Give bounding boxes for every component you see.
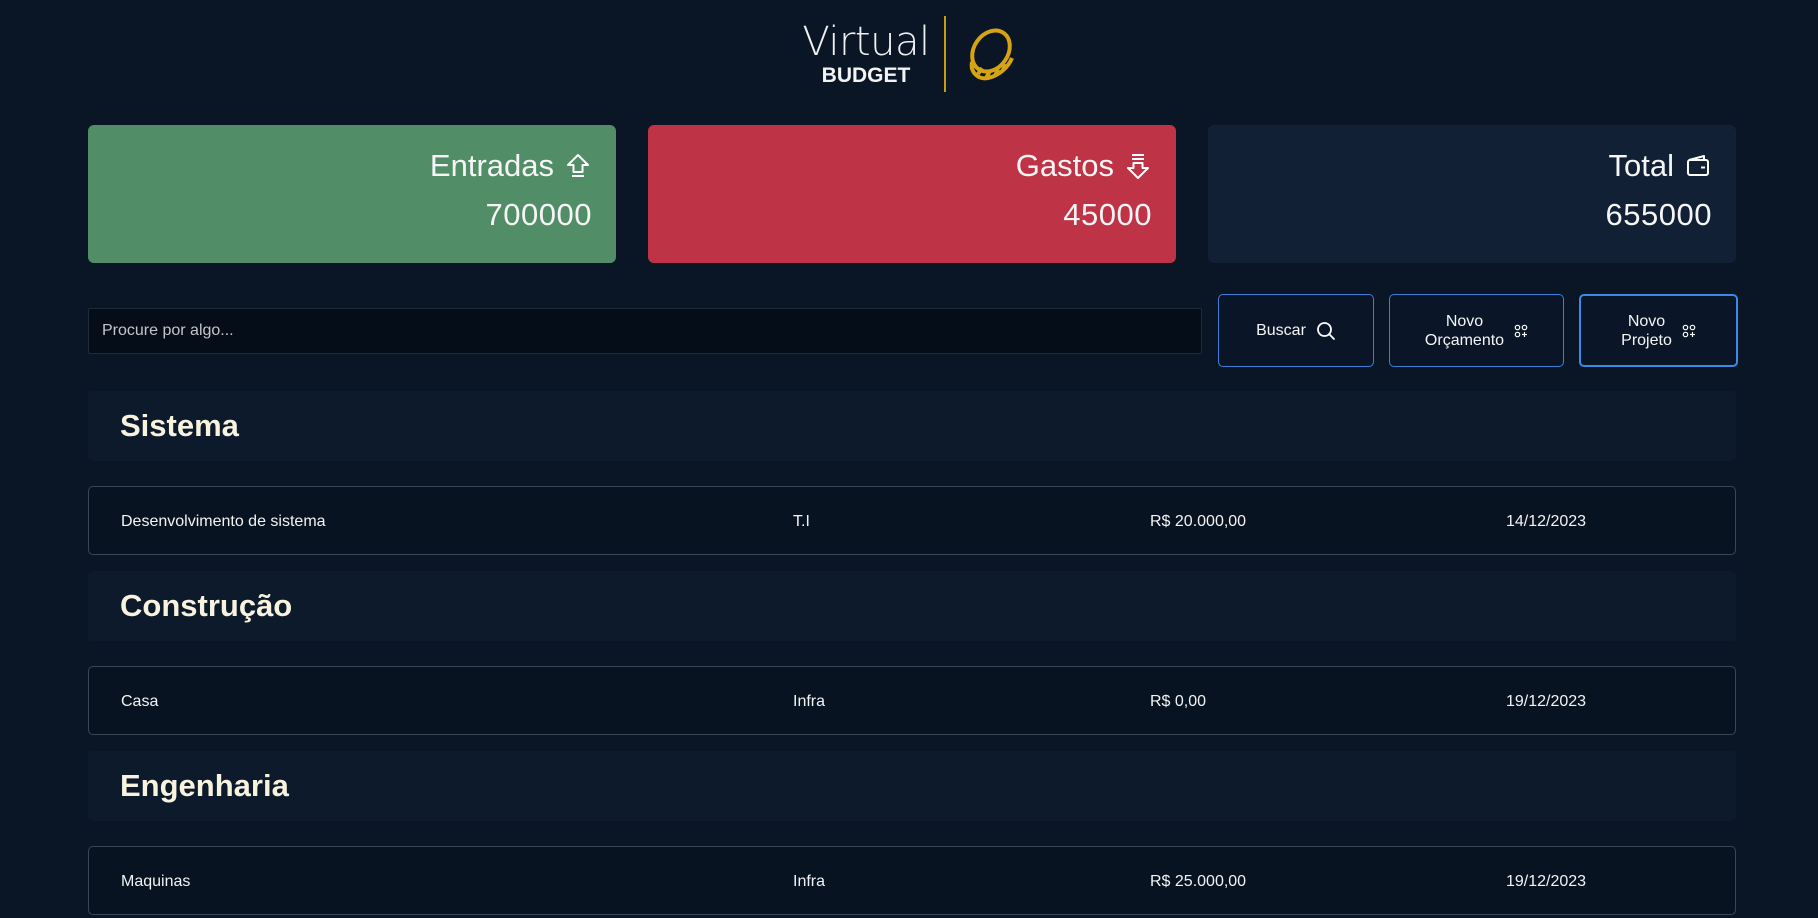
item-value: R$ 20.000,00: [1150, 512, 1247, 530]
new-budget-button[interactable]: Novo Orçamento: [1389, 294, 1564, 367]
item-date: 19/12/2023: [1506, 692, 1587, 710]
logo-title: Virtual: [802, 19, 930, 65]
group-title: Engenharia: [120, 768, 289, 803]
expense-card-header: Gastos: [1016, 147, 1152, 185]
item-name: Desenvolvimento de sistema: [121, 512, 326, 530]
group-title: Sistema: [120, 408, 239, 443]
summary-cards: Entradas 700000 Gastos 45000 Total 65500…: [88, 125, 1736, 263]
income-card: Entradas 700000: [88, 125, 616, 263]
list-item[interactable]: Desenvolvimento de sistema T.I R$ 20.000…: [88, 486, 1736, 555]
total-card-header: Total: [1609, 147, 1712, 185]
list-item[interactable]: Casa Infra R$ 0,00 19/12/2023: [88, 666, 1736, 735]
group-title: Construção: [120, 588, 293, 623]
search-input[interactable]: [88, 308, 1202, 354]
new-budget-label-line2: Orçamento: [1424, 331, 1505, 349]
new-project-button[interactable]: Novo Projeto: [1579, 294, 1738, 367]
expense-value: 45000: [1063, 197, 1152, 232]
search-toolbar: Buscar Novo Orçamento Novo Projeto: [88, 294, 1738, 368]
total-title: Total: [1608, 148, 1674, 183]
item-date: 14/12/2023: [1506, 512, 1587, 530]
total-card: Total 655000: [1208, 125, 1736, 263]
search-button-label: Buscar: [1256, 322, 1306, 339]
item-date: 19/12/2023: [1506, 872, 1587, 890]
item-name: Maquinas: [121, 872, 191, 890]
expense-title: Gastos: [1015, 148, 1114, 183]
header: Virtual BUDGET: [0, 14, 1818, 94]
logo-text: Virtual BUDGET: [802, 20, 943, 88]
search-icon: [1316, 321, 1335, 340]
list-item[interactable]: Maquinas Infra R$ 25.000,00 19/12/2023: [88, 846, 1736, 915]
coin-icon: [969, 28, 1014, 81]
item-value: R$ 25.000,00: [1150, 872, 1247, 890]
arrow-up-icon: [567, 154, 589, 177]
logo-subtitle: BUDGET: [821, 64, 911, 87]
new-project-label-line1: Novo: [1627, 312, 1666, 330]
group-engenharia: Engenharia Maquinas Infra R$ 25.000,00 1…: [88, 751, 1736, 915]
group-header[interactable]: Engenharia: [88, 751, 1736, 821]
item-name: Casa: [121, 692, 159, 710]
group-header[interactable]: Construção: [88, 571, 1736, 641]
item-category: Infra: [793, 692, 826, 710]
app-logo[interactable]: Virtual BUDGET: [802, 16, 1015, 92]
logo-divider: [943, 16, 946, 92]
wallet-icon: [1687, 155, 1709, 176]
project-groups: Sistema Desenvolvimento de sistema T.I R…: [88, 391, 1736, 915]
group-header[interactable]: Sistema: [88, 391, 1736, 461]
total-value: 655000: [1605, 197, 1712, 232]
income-title: Entradas: [429, 148, 554, 183]
add-grid-icon: [1682, 324, 1696, 337]
new-budget-label-line1: Novo: [1445, 312, 1484, 330]
add-grid-icon: [1514, 324, 1528, 337]
group-construcao: Construção Casa Infra R$ 0,00 19/12/2023: [88, 571, 1736, 735]
new-project-label: Novo Projeto: [1621, 312, 1672, 350]
item-value: R$ 0,00: [1150, 692, 1207, 710]
new-project-label-line2: Projeto: [1621, 331, 1672, 349]
expense-card: Gastos 45000: [648, 125, 1176, 263]
income-value: 700000: [485, 197, 592, 232]
item-category: Infra: [793, 872, 826, 890]
item-category: T.I: [793, 512, 810, 530]
arrow-down-icon: [1127, 154, 1149, 179]
new-budget-label: Novo Orçamento: [1425, 312, 1504, 350]
income-card-header: Entradas: [430, 147, 592, 185]
search-button[interactable]: Buscar: [1218, 294, 1374, 367]
group-sistema: Sistema Desenvolvimento de sistema T.I R…: [88, 391, 1736, 555]
